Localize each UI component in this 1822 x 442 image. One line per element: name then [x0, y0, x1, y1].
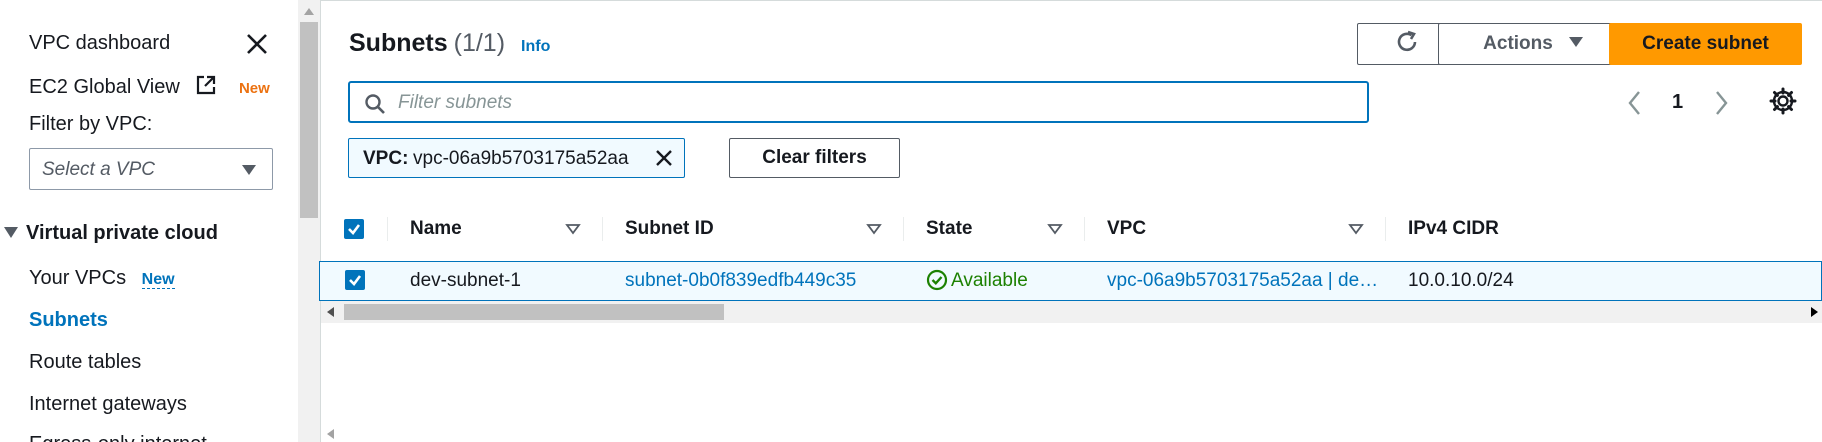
filter-subnets-input[interactable]: Filter subnets	[348, 81, 1369, 123]
column-header-ipv4-cidr[interactable]: IPv4 CIDR	[1408, 207, 1499, 251]
column-header-name[interactable]: Name	[410, 207, 462, 251]
sidebar-scrollbar[interactable]	[298, 0, 320, 442]
sidebar-item-label: Internet gateways	[29, 393, 187, 415]
column-header-vpc[interactable]: VPC	[1107, 207, 1146, 251]
new-badge: New	[238, 80, 270, 97]
vpc-select[interactable]: Select a VPC	[29, 148, 273, 190]
check-icon	[349, 275, 362, 286]
create-subnet-button[interactable]: Create subnet	[1609, 23, 1802, 65]
sidebar-item-label: EC2 Global View	[29, 76, 180, 98]
selection-count: (1/1)	[453, 29, 506, 57]
select-all-checkbox[interactable]	[344, 219, 364, 239]
sidebar-item-route-tables[interactable]: Route tables	[29, 351, 141, 374]
search-placeholder: Filter subnets	[398, 92, 513, 113]
column-divider[interactable]	[1385, 217, 1386, 241]
sidebar-item-subnets[interactable]: Subnets	[29, 309, 108, 332]
column-divider[interactable]	[903, 217, 904, 241]
sidebar-item-label: VPC dashboard	[29, 32, 171, 54]
scroll-left-icon[interactable]	[327, 307, 334, 317]
page-number[interactable]: 1	[1672, 91, 1683, 123]
sidebar-item-egress-only-internet[interactable]: Egress-only internet	[29, 433, 207, 442]
sidebar-item-vpc-dashboard[interactable]: VPC dashboard	[29, 32, 170, 55]
column-divider[interactable]	[602, 217, 603, 241]
horizontal-scrollbar[interactable]	[321, 301, 1822, 323]
filter-token-key: VPC:	[363, 148, 409, 169]
sort-icon[interactable]	[1348, 223, 1364, 235]
create-subnet-label: Create subnet	[1642, 33, 1769, 54]
scrollbar-thumb[interactable]	[344, 304, 724, 320]
section-virtual-private-cloud[interactable]: Virtual private cloud	[0, 222, 218, 245]
table-header: Name Subnet ID State VPC IPv4 CIDR	[321, 207, 1822, 251]
check-icon	[348, 224, 361, 235]
close-icon[interactable]	[654, 148, 674, 168]
caret-down-icon	[1568, 37, 1583, 47]
column-divider[interactable]	[1084, 217, 1085, 241]
filter-token-value: vpc-06a9b5703175a52aa	[413, 148, 629, 169]
scroll-left-icon[interactable]	[327, 429, 334, 439]
sidebar: VPC dashboard EC2 Global View New Filter…	[0, 0, 298, 442]
column-divider[interactable]	[387, 217, 388, 241]
main-content: Subnets (1/1) Info Actions Create subnet F…	[319, 0, 1822, 442]
cell-ipv4-cidr: 10.0.10.0/24	[1408, 270, 1514, 291]
search-icon	[365, 94, 385, 114]
page-title-text: Subnets	[349, 29, 448, 57]
section-title: Virtual private cloud	[26, 222, 218, 244]
cell-subnet-id-link[interactable]: subnet-0b0f839edfb449c35	[625, 262, 856, 300]
gear-icon[interactable]	[1769, 87, 1797, 115]
status-available-icon	[926, 269, 948, 291]
info-link[interactable]: Info	[521, 38, 550, 55]
actions-label: Actions	[1483, 33, 1553, 54]
sidebar-item-label: Subnets	[29, 309, 108, 331]
sort-icon[interactable]	[565, 223, 581, 235]
new-badge[interactable]: New	[141, 271, 175, 289]
column-header-state[interactable]: State	[926, 207, 972, 251]
page-title: Subnets (1/1) Info	[349, 29, 550, 58]
sidebar-item-internet-gateways[interactable]: Internet gateways	[29, 393, 187, 416]
caret-down-icon	[4, 227, 18, 239]
scroll-right-icon[interactable]	[1811, 307, 1818, 317]
external-link-icon	[197, 75, 216, 95]
chevron-right-icon[interactable]	[1711, 87, 1731, 119]
chevron-left-icon[interactable]	[1625, 87, 1645, 119]
close-icon[interactable]	[243, 30, 271, 58]
table-row[interactable]: dev-subnet-1 subnet-0b0f839edfb449c35 Av…	[319, 261, 1822, 301]
scrollbar-thumb[interactable]	[300, 22, 318, 218]
sidebar-item-label: Your VPCs	[29, 267, 127, 289]
clear-filters-label: Clear filters	[762, 147, 867, 168]
sidebar-item-ec2-global-view[interactable]: EC2 Global View New	[29, 74, 270, 99]
caret-down-icon	[242, 165, 256, 175]
filter-by-vpc-label: Filter by VPC:	[29, 113, 153, 135]
cell-name: dev-subnet-1	[410, 270, 521, 291]
cell-vpc-link[interactable]: vpc-06a9b5703175a52aa | de…	[1107, 262, 1378, 300]
sidebar-item-your-vpcs[interactable]: Your VPCs New	[29, 267, 175, 290]
scroll-up-icon[interactable]	[304, 8, 314, 15]
column-header-subnet-id[interactable]: Subnet ID	[625, 207, 714, 251]
sort-icon[interactable]	[1047, 223, 1063, 235]
filter-token: VPC: vpc-06a9b5703175a52aa	[348, 138, 685, 178]
row-checkbox[interactable]	[345, 270, 365, 290]
sidebar-item-label: Route tables	[29, 351, 142, 373]
vpc-select-placeholder: Select a VPC	[42, 159, 155, 180]
sort-icon[interactable]	[866, 223, 882, 235]
refresh-icon	[1397, 30, 1417, 52]
state-text: Available	[951, 270, 1028, 291]
cell-state: Available	[926, 262, 1028, 300]
sidebar-item-label: Egress-only internet	[29, 433, 207, 442]
actions-dropdown[interactable]: Actions	[1438, 23, 1628, 65]
clear-filters-button[interactable]: Clear filters	[729, 138, 900, 178]
